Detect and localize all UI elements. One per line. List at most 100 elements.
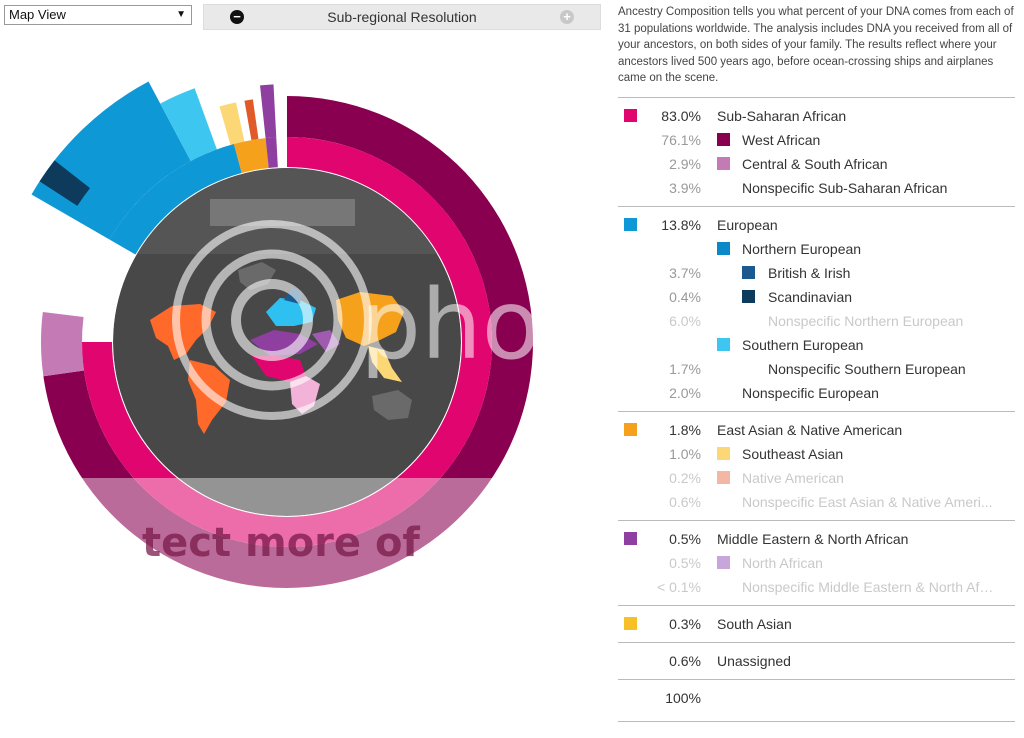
legend-label: Nonspecific Sub-Saharan African: [742, 180, 948, 196]
legend-color-swatch: [624, 617, 637, 630]
legend-item-row[interactable]: 2.9% Central & South African: [618, 152, 1015, 176]
legend-color-swatch: [717, 556, 730, 569]
legend-percent: 0.3%: [669, 616, 701, 632]
legend-color-swatch: [717, 133, 730, 146]
legend-percent: 3.7%: [669, 265, 701, 281]
legend-divider: [618, 679, 1015, 680]
legend-label: North African: [742, 555, 823, 571]
legend-divider: [618, 721, 1015, 722]
legend-divider: [618, 411, 1015, 412]
legend-total-row: 100%: [618, 686, 1015, 710]
legend-label: Nonspecific Northern European: [768, 313, 964, 329]
legend-label: South Asian: [717, 616, 792, 632]
resolution-label: Sub-regional Resolution: [327, 9, 477, 25]
legend-color-swatch: [624, 109, 637, 122]
legend-label: Nonspecific Southern European: [768, 361, 966, 377]
legend-item-row[interactable]: 6.0% Nonspecific Northern European: [618, 309, 1015, 333]
plus-icon[interactable]: +: [560, 10, 574, 24]
legend-label: European: [717, 217, 778, 233]
legend-color-swatch: [624, 218, 637, 231]
legend-label: Native American: [742, 470, 844, 486]
ring-native-american: [244, 99, 259, 141]
legend-color-swatch: [717, 242, 730, 255]
legend-percent: 0.6%: [669, 653, 701, 669]
legend-color-swatch: [717, 338, 730, 351]
legend-item-row[interactable]: 0.6% Nonspecific East Asian & Native Amer…: [618, 490, 1015, 514]
resolution-bar: − Sub-regional Resolution +: [203, 4, 601, 30]
legend-label: Northern European: [742, 241, 862, 257]
legend-group-row[interactable]: 0.5% Middle Eastern & North African: [618, 527, 1015, 551]
legend-divider: [618, 642, 1015, 643]
legend-label: Nonspecific East Asian & Native Ameri...: [742, 494, 993, 510]
legend-color-swatch: [717, 447, 730, 460]
legend-item-row[interactable]: 0.4% Scandinavian: [618, 285, 1015, 309]
legend-item-row[interactable]: Southern European: [618, 333, 1015, 357]
legend-percent: 83.0%: [661, 108, 701, 124]
legend-item-row[interactable]: 1.0% Southeast Asian: [618, 442, 1015, 466]
legend-color-swatch: [742, 290, 755, 303]
legend-percent: 2.0%: [669, 385, 701, 401]
legend-percent: 1.0%: [669, 446, 701, 462]
ring-middle-eastern: [260, 84, 277, 139]
legend-color-swatch: [624, 532, 637, 545]
ancestry-sunburst-chart: tect more of photo: [31, 81, 600, 600]
legend-item-row[interactable]: < 0.1% Nonspecific Middle Eastern & North…: [618, 575, 1015, 599]
legend-item-row[interactable]: 0.5% North African: [618, 551, 1015, 575]
legend-label: East Asian & Native American: [717, 422, 903, 438]
legend-divider: [618, 206, 1015, 207]
legend-label: Middle Eastern & North African: [717, 531, 909, 547]
legend-item-row[interactable]: 0.2% Native American: [618, 466, 1015, 490]
legend-label: Unassigned: [717, 653, 791, 669]
legend-group-row[interactable]: 0.6% Unassigned: [618, 649, 1015, 673]
legend-percent: 0.6%: [669, 494, 701, 510]
legend-percent: 6.0%: [669, 313, 701, 329]
legend-percent: 13.8%: [661, 217, 701, 233]
legend-label: Nonspecific European: [742, 385, 879, 401]
legend-item-row[interactable]: 3.9% Nonspecific Sub-Saharan African: [618, 176, 1015, 200]
legend-group-row[interactable]: 83.0% Sub-Saharan African: [618, 104, 1015, 128]
legend-divider: [618, 97, 1015, 98]
watermark-text: photo: [360, 269, 600, 381]
overlay-banner-text: tect more of: [142, 520, 420, 566]
legend-divider: [618, 520, 1015, 521]
ring-central-south-african: [40, 312, 84, 377]
legend-color-swatch: [717, 471, 730, 484]
legend-label: Central & South African: [742, 156, 888, 172]
legend-item-row[interactable]: 2.0% Nonspecific European: [618, 381, 1015, 405]
legend-group-row[interactable]: 0.3% South Asian: [618, 612, 1015, 636]
legend-item-row[interactable]: Northern European: [618, 237, 1015, 261]
view-select-value: Map View: [9, 7, 66, 22]
legend-percent: < 0.1%: [657, 579, 701, 595]
legend-percent: 0.4%: [669, 289, 701, 305]
legend-label: West African: [742, 132, 821, 148]
legend-group-row[interactable]: 13.8% European: [618, 213, 1015, 237]
legend-percent: 0.2%: [669, 470, 701, 486]
legend-label: Sub-Saharan African: [717, 108, 847, 124]
legend-label: Nonspecific Middle Eastern & North Afri.…: [742, 579, 995, 595]
legend-total-percent: 100%: [665, 690, 701, 706]
legend-percent: 2.9%: [669, 156, 701, 172]
legend-item-row[interactable]: 1.7% Nonspecific Southern European: [618, 357, 1015, 381]
minus-icon[interactable]: −: [230, 10, 244, 24]
description-text: Ancestry Composition tells you what perc…: [618, 6, 1014, 84]
legend-percent: 76.1%: [661, 132, 701, 148]
dropdown-arrow-icon: ▼: [176, 9, 186, 20]
legend-label: Scandinavian: [768, 289, 853, 305]
legend-label: Southeast Asian: [742, 446, 844, 462]
legend-percent: 0.5%: [669, 531, 701, 547]
legend-color-swatch: [624, 423, 637, 436]
legend-percent: 0.5%: [669, 555, 701, 571]
legend-percent: 3.9%: [669, 180, 701, 196]
legend-group-row[interactable]: 1.8% East Asian & Native American: [618, 418, 1015, 442]
legend-item-row[interactable]: 3.7% British & Irish: [618, 261, 1015, 285]
legend-divider: [618, 605, 1015, 606]
legend-label: Southern European: [742, 337, 864, 353]
ring-southeast-asian: [219, 102, 245, 145]
legend-percent: 1.7%: [669, 361, 701, 377]
legend-color-swatch: [717, 157, 730, 170]
legend-item-row[interactable]: 76.1% West African: [618, 128, 1015, 152]
legend-label: British & Irish: [768, 265, 851, 281]
legend-color-swatch: [742, 266, 755, 279]
legend-percent: 1.8%: [669, 422, 701, 438]
view-select[interactable]: Map View ▼: [4, 5, 192, 25]
